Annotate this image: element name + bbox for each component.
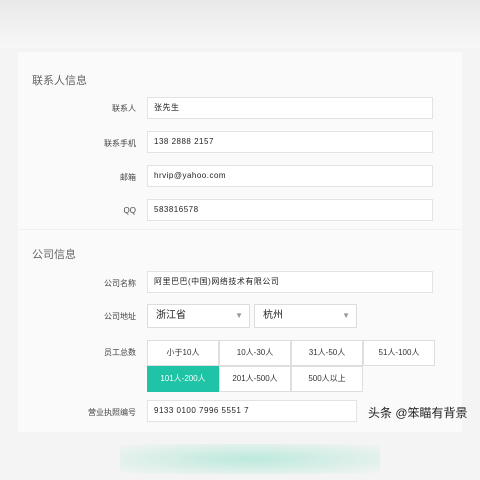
qq-label: QQ	[123, 206, 136, 215]
email-input[interactable]: hrvip@yahoo.com	[147, 165, 433, 187]
province-value: 浙江省	[156, 310, 186, 321]
section-divider	[18, 229, 462, 230]
company-name-label: 公司名称	[104, 279, 136, 288]
mobile-label: 联系手机	[104, 139, 136, 148]
contact-section-title: 联系人信息	[32, 75, 87, 87]
watermark-text: 头条 @笨瞄有背景	[368, 406, 468, 420]
company-name-input[interactable]: 阿里巴巴(中国)网络技术有限公司	[147, 271, 433, 293]
staff-option-31-50[interactable]: 31人-50人	[291, 340, 363, 366]
staff-option-201-500[interactable]: 201人-500人	[219, 366, 291, 392]
mobile-input[interactable]: 138 2888 2157	[147, 131, 433, 153]
qq-input[interactable]: 583816578	[147, 199, 433, 221]
staff-count-label: 员工总数	[104, 348, 136, 357]
contact-name-input[interactable]: 张先生	[147, 97, 433, 119]
staff-option-101-200[interactable]: 101人-200人	[147, 366, 219, 392]
staff-option-lt10[interactable]: 小于10人	[147, 340, 219, 366]
staff-option-51-100[interactable]: 51人-100人	[363, 340, 435, 366]
contact-name-label: 联系人	[112, 104, 136, 113]
chevron-down-icon: ▼	[235, 311, 243, 320]
staff-option-10-30[interactable]: 10人-30人	[219, 340, 291, 366]
city-select[interactable]: 杭州 ▼	[254, 304, 357, 328]
staff-option-gt500[interactable]: 500人以上	[291, 366, 363, 392]
chevron-down-icon: ▼	[342, 311, 350, 320]
city-value: 杭州	[263, 310, 283, 321]
license-input[interactable]: 9133 0100 7996 5551 7	[147, 400, 357, 422]
bottom-glow	[120, 444, 380, 474]
province-select[interactable]: 浙江省 ▼	[147, 304, 250, 328]
license-label: 营业执照编号	[88, 408, 136, 417]
company-address-label: 公司地址	[104, 312, 136, 321]
top-bar	[0, 0, 480, 48]
company-section-title: 公司信息	[32, 249, 76, 261]
email-label: 邮箱	[120, 173, 136, 182]
